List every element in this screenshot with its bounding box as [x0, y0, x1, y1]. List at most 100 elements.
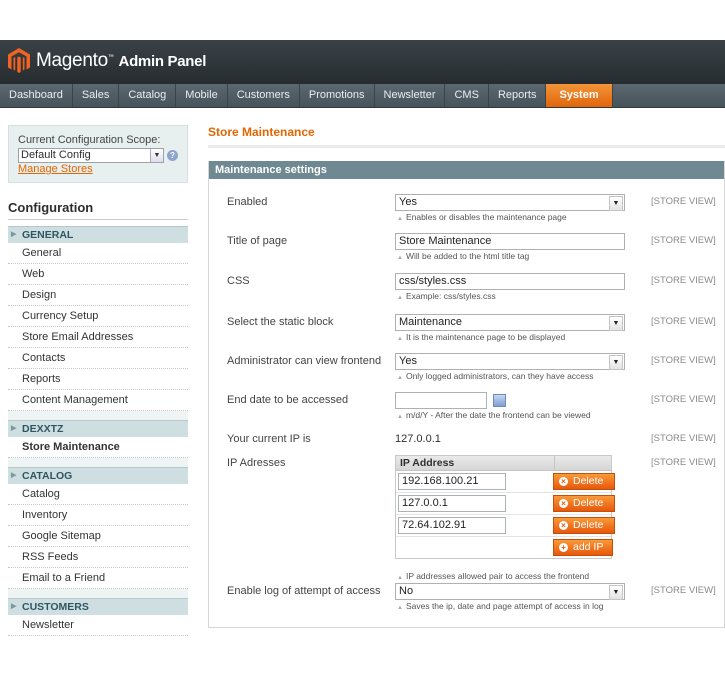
collapse-arrow-icon: ▶	[11, 603, 17, 610]
ip-row: 127.0.0.1 × Delete	[396, 493, 615, 515]
nav-item-system[interactable]: System	[546, 84, 613, 107]
section-header[interactable]: Maintenance settings	[209, 161, 724, 179]
enabled-select[interactable]: Yes ▼	[395, 194, 625, 211]
delete-ip-button[interactable]: × Delete	[553, 495, 615, 512]
field-note: IP addresses allowed pair to access the …	[405, 571, 590, 581]
admin-header: Magento™ Admin Panel	[0, 40, 725, 84]
group-spacer	[8, 458, 188, 467]
field-label: IP Adresses	[227, 457, 286, 469]
close-icon: ×	[559, 477, 568, 486]
nav-item-newsletter[interactable]: Newsletter	[375, 84, 446, 107]
select-value: No	[399, 585, 414, 597]
sidebar-item-rss-feeds[interactable]: RSS Feeds	[8, 547, 188, 568]
field-label: Administrator can view frontend	[227, 355, 382, 367]
maintenance-settings-section: Maintenance settings Enabled Yes ▼ ▲ Enabl…	[208, 161, 725, 628]
magento-logo[interactable]: Magento™ Admin Panel	[8, 48, 206, 74]
select-value: Yes	[399, 355, 417, 367]
ip-address-grid: IP Address 192.168.100.21 × Delete 127.0.…	[395, 455, 615, 559]
magento-logo-icon	[8, 48, 30, 73]
group-spacer	[8, 589, 188, 598]
sidebar-item-store-email-addresses[interactable]: Store Email Addresses	[8, 327, 188, 348]
nav-item-dashboard[interactable]: Dashboard	[0, 84, 73, 107]
field-note: It is the maintenance page to be display…	[405, 332, 566, 342]
nav-item-promotions[interactable]: Promotions	[300, 84, 375, 107]
field-label: Enabled	[227, 196, 268, 208]
ip-row: 192.168.100.21 × Delete	[396, 471, 615, 493]
sidebar-item-store-maintenance[interactable]: Store Maintenance	[8, 437, 188, 458]
scope-select[interactable]: Default Config ▼	[18, 148, 164, 163]
manage-stores-link[interactable]: Manage Stores	[18, 163, 93, 175]
delete-ip-button[interactable]: × Delete	[553, 473, 615, 490]
group-spacer	[8, 411, 188, 420]
nav-item-cms[interactable]: CMS	[445, 84, 489, 107]
collapse-arrow-icon: ▶	[11, 231, 17, 238]
field-note: Enables or disables the maintenance page	[405, 212, 567, 222]
field-note: Saves the ip, date and page attempt of a…	[405, 601, 604, 611]
main-nav: Dashboard Sales Catalog Mobile Customers…	[0, 84, 725, 108]
ip-column-header: IP Address	[396, 456, 555, 470]
delete-ip-button[interactable]: × Delete	[553, 517, 615, 534]
nav-item-mobile[interactable]: Mobile	[176, 84, 228, 107]
group-header-dexxtz[interactable]: ▶ DEXXTZ	[8, 420, 188, 437]
sidebar-item-contacts[interactable]: Contacts	[8, 348, 188, 369]
chevron-down-icon: ▼	[609, 585, 623, 600]
sidebar-item-web[interactable]: Web	[8, 264, 188, 285]
add-ip-button[interactable]: + add IP	[553, 539, 613, 556]
store-view-tag: [STORE VIEW]	[651, 585, 716, 596]
group-title: CUSTOMERS	[22, 601, 89, 613]
close-icon: ×	[559, 499, 568, 508]
scope-select-value: Default Config	[21, 149, 91, 161]
field-label: End date to be accessed	[227, 394, 349, 406]
ip-row: 72.64.102.91 × Delete	[396, 515, 615, 537]
sidebar-item-content-management[interactable]: Content Management	[8, 390, 188, 411]
chevron-down-icon: ▼	[609, 316, 623, 331]
sidebar-item-newsletter[interactable]: Newsletter	[8, 615, 188, 636]
css-input[interactable]: css/styles.css	[395, 273, 625, 290]
group-header-customers[interactable]: ▶ CUSTOMERS	[8, 598, 188, 615]
store-view-tag: [STORE VIEW]	[651, 235, 716, 246]
group-header-general[interactable]: ▶ GENERAL	[8, 226, 188, 243]
nav-item-reports[interactable]: Reports	[489, 84, 547, 107]
chevron-down-icon: ▼	[609, 196, 623, 211]
sidebar-item-design[interactable]: Design	[8, 285, 188, 306]
title-input[interactable]: Store Maintenance	[395, 233, 625, 250]
help-icon[interactable]: ?	[167, 150, 178, 161]
store-view-tag: [STORE VIEW]	[651, 316, 716, 327]
static-block-select[interactable]: Maintenance ▼	[395, 314, 625, 331]
sidebar-item-currency-setup[interactable]: Currency Setup	[8, 306, 188, 327]
plus-icon: +	[559, 543, 568, 552]
button-label: Delete	[573, 475, 604, 487]
field-note: Only logged administrators, can they hav…	[405, 371, 594, 381]
field-label: CSS	[227, 275, 250, 287]
sidebar-item-reports[interactable]: Reports	[8, 369, 188, 390]
scope-label: Current Configuration Scope:	[18, 134, 161, 146]
admin-view-select[interactable]: Yes ▼	[395, 353, 625, 370]
config-scope-box: Current Configuration Scope: Default Con…	[8, 125, 188, 183]
chevron-down-icon: ▼	[609, 355, 623, 370]
config-sidebar: Current Configuration Scope: Default Con…	[8, 125, 188, 636]
log-select[interactable]: No ▼	[395, 583, 625, 600]
sidebar-item-catalog[interactable]: Catalog	[8, 484, 188, 505]
main-content: Store Maintenance Maintenance settings E…	[208, 125, 725, 628]
ip-input[interactable]: 192.168.100.21	[398, 473, 506, 490]
close-icon: ×	[559, 521, 568, 530]
ip-input[interactable]: 127.0.0.1	[398, 495, 506, 512]
end-date-input[interactable]	[395, 392, 487, 409]
sidebar-item-general[interactable]: General	[8, 243, 188, 264]
select-value: Yes	[399, 196, 417, 208]
field-label: Title of page	[227, 235, 288, 247]
store-view-tag: [STORE VIEW]	[651, 433, 716, 444]
group-title: GENERAL	[22, 229, 74, 241]
store-view-tag: [STORE VIEW]	[651, 275, 716, 286]
nav-item-catalog[interactable]: Catalog	[119, 84, 177, 107]
group-header-catalog[interactable]: ▶ CATALOG	[8, 467, 188, 484]
nav-item-sales[interactable]: Sales	[73, 84, 120, 107]
ip-input[interactable]: 72.64.102.91	[398, 517, 506, 534]
sidebar-item-email-to-a-friend[interactable]: Email to a Friend	[8, 568, 188, 589]
sidebar-item-inventory[interactable]: Inventory	[8, 505, 188, 526]
nav-item-customers[interactable]: Customers	[228, 84, 300, 107]
button-label: Delete	[573, 497, 604, 509]
store-view-tag: [STORE VIEW]	[651, 196, 716, 207]
sidebar-item-google-sitemap[interactable]: Google Sitemap	[8, 526, 188, 547]
calendar-icon[interactable]	[493, 394, 506, 407]
